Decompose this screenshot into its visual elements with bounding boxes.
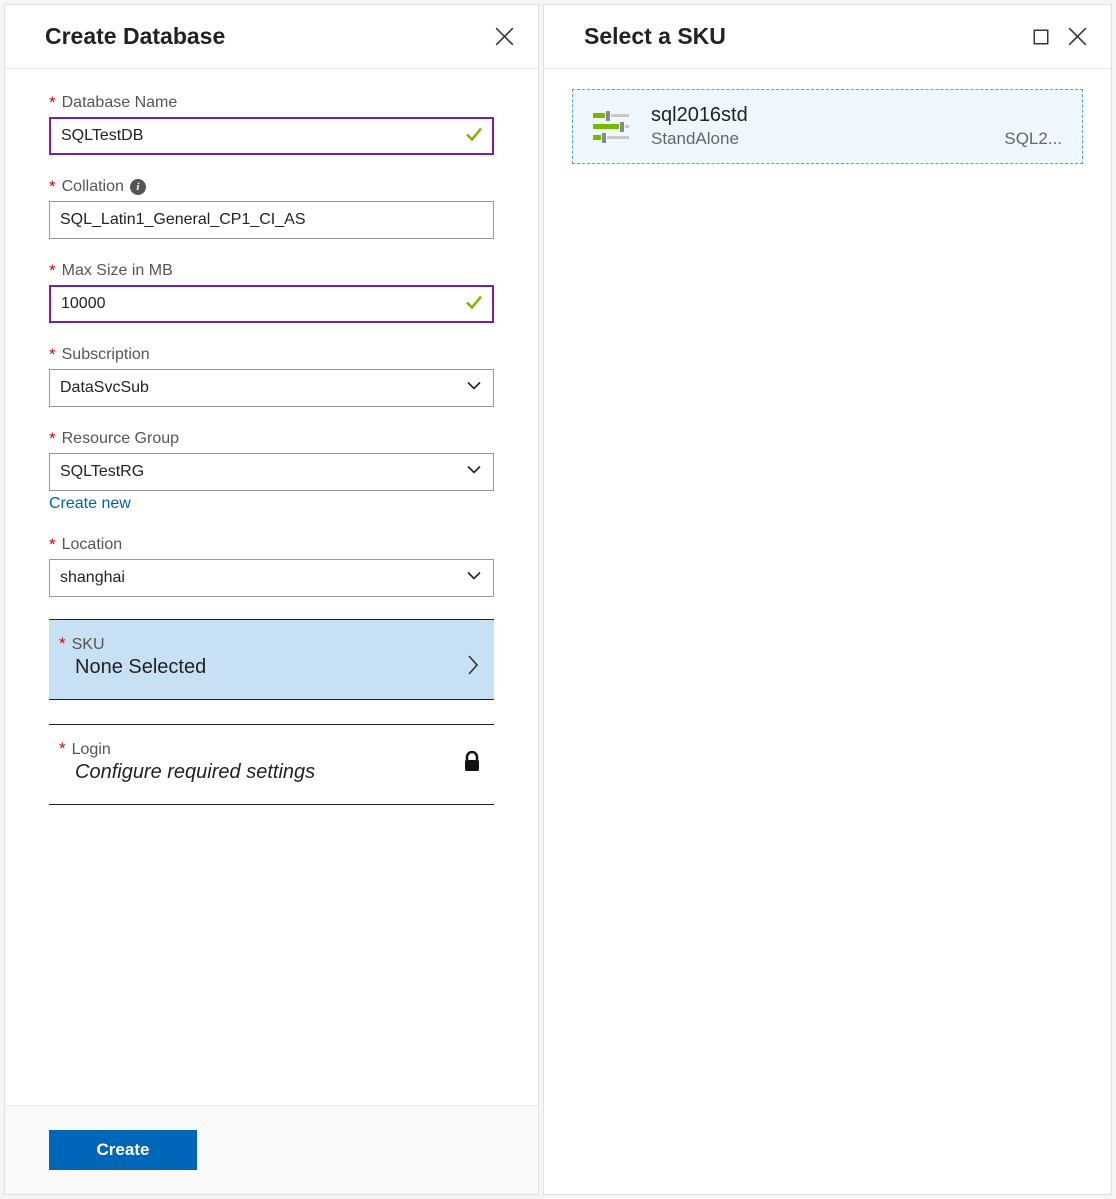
chevron-right-icon <box>466 654 480 681</box>
max-size-label: Max Size in MB <box>62 262 173 280</box>
lock-icon <box>462 751 482 778</box>
left-panel-title: Create Database <box>45 23 225 50</box>
create-new-link[interactable]: Create new <box>49 495 131 513</box>
sku-row[interactable]: *SKU None Selected <box>49 619 494 700</box>
restore-window-icon[interactable] <box>1032 28 1050 46</box>
left-panel-header: Create Database <box>5 5 538 69</box>
sku-name: sql2016std <box>651 104 1062 127</box>
sku-label: SKU <box>72 636 105 654</box>
resource-group-label: Resource Group <box>62 430 179 448</box>
resource-group-value: SQLTestRG <box>60 463 144 481</box>
sku-card-text: sql2016std StandAlone SQL2... <box>651 104 1062 149</box>
subscription-label: Subscription <box>62 346 150 364</box>
subscription-field: *Subscription DataSvcSub <box>49 345 494 407</box>
left-panel-footer: Create <box>5 1105 538 1194</box>
max-size-field: *Max Size in MB <box>49 261 494 323</box>
subscription-value: DataSvcSub <box>60 379 149 397</box>
select-sku-panel: Select a SKU sql2016std StandAlone SQL2.… <box>543 4 1112 1195</box>
sku-type: StandAlone <box>651 129 739 149</box>
sku-value: None Selected <box>75 656 476 679</box>
right-panel-header: Select a SKU <box>544 5 1111 69</box>
close-icon[interactable] <box>1068 27 1087 46</box>
location-select[interactable]: shanghai <box>49 559 494 597</box>
collation-input[interactable] <box>49 201 494 239</box>
subscription-select[interactable]: DataSvcSub <box>49 369 494 407</box>
create-database-panel: Create Database *Database Name *Collatio… <box>4 4 539 1195</box>
left-panel-body: *Database Name *Collation i *Max Size in… <box>5 69 538 1105</box>
sku-card[interactable]: sql2016std StandAlone SQL2... <box>572 89 1083 164</box>
login-value: Configure required settings <box>75 761 476 784</box>
close-icon[interactable] <box>495 27 514 46</box>
login-row[interactable]: *Login Configure required settings <box>49 724 494 805</box>
create-button[interactable]: Create <box>49 1130 197 1170</box>
database-name-input[interactable] <box>49 117 494 155</box>
right-panel-body: sql2016std StandAlone SQL2... <box>544 69 1111 1194</box>
info-icon[interactable]: i <box>130 179 146 195</box>
sku-version: SQL2... <box>1004 129 1062 149</box>
resource-group-select[interactable]: SQLTestRG <box>49 453 494 491</box>
location-value: shanghai <box>60 569 125 587</box>
database-name-field: *Database Name <box>49 93 494 155</box>
max-size-input[interactable] <box>49 285 494 323</box>
check-icon <box>464 124 484 149</box>
right-panel-title: Select a SKU <box>584 23 726 50</box>
resource-group-field: *Resource Group SQLTestRG Create new <box>49 429 494 513</box>
login-label: Login <box>72 741 111 759</box>
location-label: Location <box>62 536 123 554</box>
collation-label: Collation <box>62 178 124 196</box>
database-name-label: Database Name <box>62 94 178 112</box>
collation-field: *Collation i <box>49 177 494 239</box>
location-field: *Location shanghai <box>49 535 494 597</box>
check-icon <box>464 292 484 317</box>
sliders-icon <box>593 112 631 142</box>
